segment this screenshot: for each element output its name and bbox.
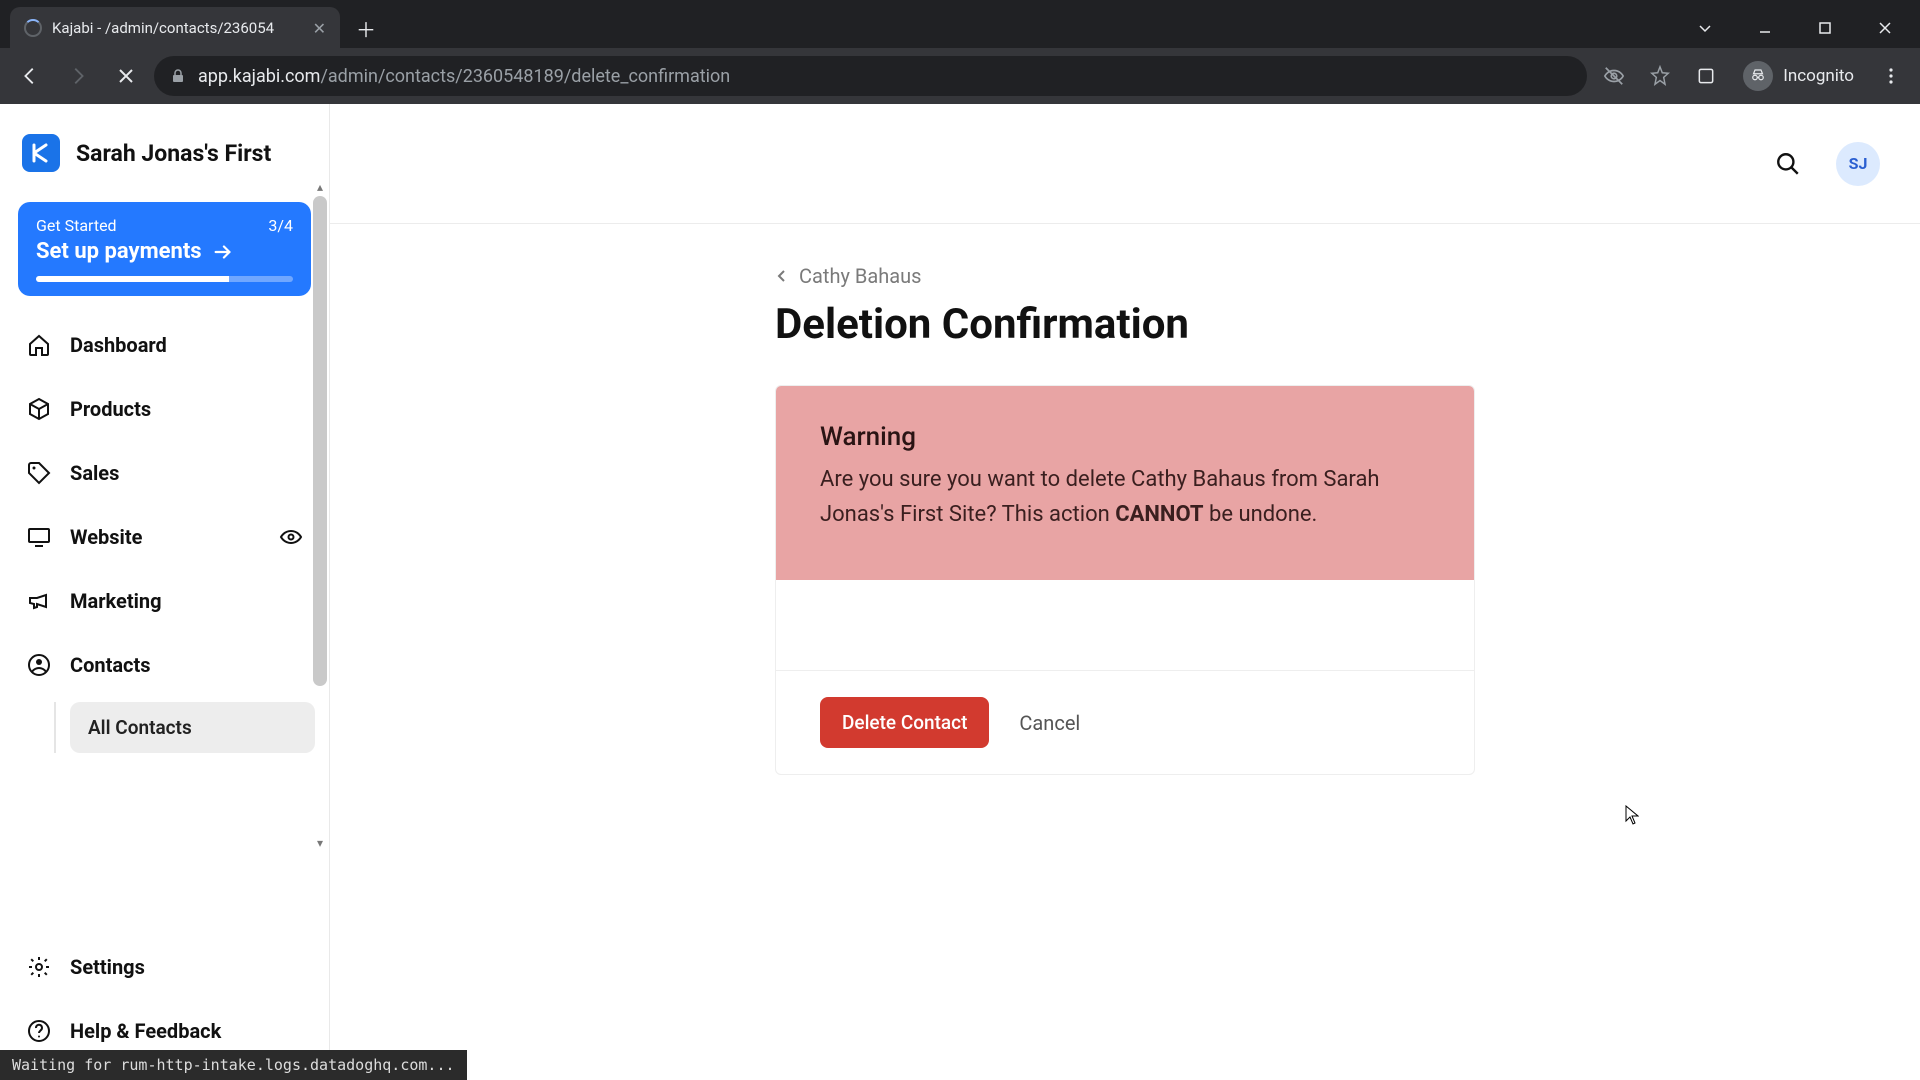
sidebar: Sarah Jonas's First Get Started 3/4 Set …	[0, 104, 330, 1080]
forward-button[interactable]	[58, 56, 98, 96]
minimize-icon[interactable]	[1738, 8, 1792, 48]
avatar-initials: SJ	[1849, 154, 1868, 173]
brand-title: Sarah Jonas's First	[76, 140, 271, 167]
sidebar-item-label: Contacts	[70, 653, 151, 677]
tab-title: Kajabi - /admin/contacts/236054	[52, 19, 303, 37]
get-started-label: Get Started	[36, 216, 117, 235]
sidebar-item-website[interactable]: Website	[14, 508, 315, 566]
tab-bar: Kajabi - /admin/contacts/236054 ✕ ＋	[0, 0, 1920, 48]
main-content: Cathy Bahaus Deletion Confirmation Warni…	[330, 104, 1920, 1080]
new-tab-button[interactable]: ＋	[352, 14, 380, 42]
app-header: SJ	[330, 104, 1920, 224]
gear-icon	[26, 954, 52, 980]
app-root: Sarah Jonas's First Get Started 3/4 Set …	[0, 104, 1920, 1080]
sidebar-item-label: Help & Feedback	[70, 1019, 221, 1043]
warning-emphasis: CANNOT	[1115, 502, 1203, 527]
sidebar-item-dashboard[interactable]: Dashboard	[14, 316, 315, 374]
lock-icon	[170, 68, 186, 84]
eye-icon[interactable]	[279, 525, 303, 549]
window-controls	[1678, 8, 1920, 48]
close-tab-icon[interactable]: ✕	[313, 19, 326, 38]
scroll-up-icon[interactable]: ▴	[311, 180, 329, 194]
user-circle-icon	[26, 652, 52, 678]
content-container: Cathy Bahaus Deletion Confirmation Warni…	[775, 264, 1475, 1080]
browser-tab[interactable]: Kajabi - /admin/contacts/236054 ✕	[10, 7, 340, 49]
stop-reload-button[interactable]	[106, 56, 146, 96]
url-path: /admin/contacts/2360548189/delete_confir…	[320, 66, 730, 87]
sidebar-item-label: Dashboard	[70, 333, 167, 357]
get-started-cta: Set up payments	[36, 239, 202, 264]
get-started-progress: 3/4	[268, 216, 293, 235]
loading-spinner-icon	[24, 19, 42, 37]
get-started-card[interactable]: Get Started 3/4 Set up payments	[18, 202, 311, 296]
browser-chrome: Kajabi - /admin/contacts/236054 ✕ ＋ app.…	[0, 0, 1920, 104]
sidebar-subitem-label: All Contacts	[88, 716, 192, 739]
incognito-icon	[1743, 61, 1773, 91]
sidebar-item-products[interactable]: Products	[14, 380, 315, 438]
incognito-label: Incognito	[1783, 66, 1854, 86]
monitor-icon	[26, 524, 52, 550]
bookmark-star-icon[interactable]	[1641, 57, 1679, 95]
cancel-button[interactable]: Cancel	[1019, 711, 1080, 735]
sidebar-item-label: Website	[70, 525, 142, 549]
help-icon	[26, 1018, 52, 1044]
sidebar-subitem-all-contacts[interactable]: All Contacts	[70, 702, 315, 753]
search-button[interactable]	[1770, 146, 1806, 182]
home-icon	[26, 332, 52, 358]
user-avatar[interactable]: SJ	[1836, 142, 1880, 186]
brand-logo-icon	[22, 134, 60, 172]
arrow-right-icon	[212, 241, 234, 263]
contacts-subnav: All Contacts	[54, 702, 315, 753]
back-button[interactable]	[10, 56, 50, 96]
warning-text: Are you sure you want to delete Cathy Ba…	[820, 462, 1430, 532]
warning-text-part: be undone.	[1204, 502, 1318, 527]
progress-bar	[36, 276, 293, 282]
warning-title: Warning	[820, 422, 1430, 452]
card-spacer	[776, 580, 1474, 670]
url-domain: app.kajabi.com	[198, 66, 320, 87]
close-window-icon[interactable]	[1858, 8, 1912, 48]
scroll-down-icon[interactable]: ▾	[311, 836, 329, 850]
browser-menu-icon[interactable]	[1872, 57, 1910, 95]
sidebar-item-label: Marketing	[70, 589, 162, 613]
extensions-icon[interactable]	[1687, 57, 1725, 95]
breadcrumb-label: Cathy Bahaus	[799, 264, 921, 288]
box-icon	[26, 396, 52, 422]
address-bar-icons: Incognito	[1595, 57, 1910, 95]
maximize-icon[interactable]	[1798, 8, 1852, 48]
sidebar-item-label: Settings	[70, 955, 145, 979]
progress-bar-fill	[36, 276, 229, 282]
breadcrumb[interactable]: Cathy Bahaus	[775, 264, 1475, 288]
warning-box: Warning Are you sure you want to delete …	[776, 386, 1474, 580]
sidebar-item-contacts[interactable]: Contacts	[14, 636, 315, 694]
tag-icon	[26, 460, 52, 486]
sidebar-item-marketing[interactable]: Marketing	[14, 572, 315, 630]
browser-status-bar: Waiting for rum-http-intake.logs.datadog…	[0, 1050, 467, 1080]
address-bar: app.kajabi.com/admin/contacts/2360548189…	[0, 48, 1920, 104]
confirmation-card: Warning Are you sure you want to delete …	[775, 385, 1475, 775]
sidebar-item-label: Sales	[70, 461, 119, 485]
sidebar-item-label: Products	[70, 397, 151, 421]
tracking-off-icon[interactable]	[1595, 57, 1633, 95]
sidebar-bottom-nav: Settings Help & Feedback	[14, 938, 315, 1060]
card-actions: Delete Contact Cancel	[776, 670, 1474, 774]
scrollbar-thumb[interactable]	[313, 196, 327, 686]
search-icon	[1775, 151, 1801, 177]
sidebar-item-sales[interactable]: Sales	[14, 444, 315, 502]
incognito-indicator[interactable]: Incognito	[1733, 57, 1864, 95]
page-title: Deletion Confirmation	[775, 300, 1475, 349]
megaphone-icon	[26, 588, 52, 614]
sidebar-item-settings[interactable]: Settings	[14, 938, 315, 996]
sidebar-nav: Dashboard Products Sales Website Marketi…	[14, 316, 315, 759]
tab-dropdown-icon[interactable]	[1678, 8, 1732, 48]
delete-contact-button[interactable]: Delete Contact	[820, 697, 989, 748]
chevron-left-icon	[775, 269, 789, 283]
url-input[interactable]: app.kajabi.com/admin/contacts/2360548189…	[154, 56, 1587, 96]
brand[interactable]: Sarah Jonas's First	[14, 124, 315, 202]
sidebar-scrollbar[interactable]: ▴ ▾	[311, 196, 329, 1080]
